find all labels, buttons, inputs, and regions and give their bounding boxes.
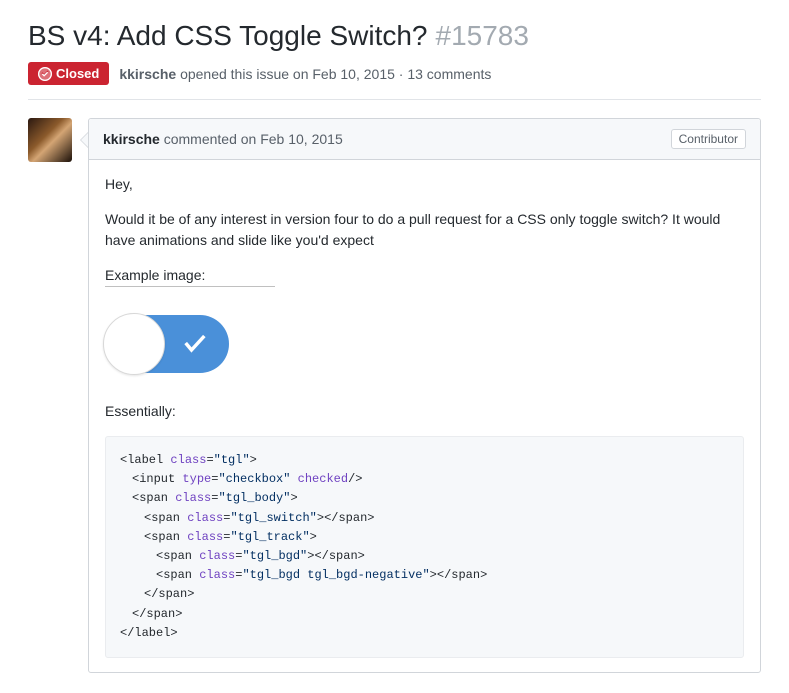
code-token: <span <box>144 530 180 544</box>
code-token: class <box>187 530 223 544</box>
code-token: /> <box>348 472 362 486</box>
check-icon <box>181 329 209 360</box>
comment-header: kkirsche commented on Feb 10, 2015 Contr… <box>89 119 760 160</box>
comment-container: kkirsche commented on Feb 10, 2015 Contr… <box>88 118 761 673</box>
comment-greeting: Hey, <box>105 174 744 195</box>
timeline: kkirsche commented on Feb 10, 2015 Contr… <box>28 118 761 673</box>
code-token: class <box>170 453 206 467</box>
comment-header-text: kkirsche commented on Feb 10, 2015 <box>103 131 343 147</box>
code-token: class <box>175 491 211 505</box>
status-badge-label: Closed <box>56 66 99 81</box>
code-token: </span> <box>314 549 364 563</box>
code-token: "tgl_bgd tgl_bgd-negative" <box>242 568 429 582</box>
comment-box: kkirsche commented on Feb 10, 2015 Contr… <box>88 118 761 673</box>
code-token: class <box>187 511 223 525</box>
issue-title: BS v4: Add CSS Toggle Switch? <box>28 20 428 52</box>
code-token: </label> <box>120 626 178 640</box>
toggle-knob <box>103 313 165 375</box>
code-token: </span> <box>144 587 194 601</box>
comment-body: Hey, Would it be of any interest in vers… <box>89 160 760 672</box>
toggle-switch-demo <box>105 315 229 373</box>
code-token: <label <box>120 453 163 467</box>
code-token: > <box>250 453 257 467</box>
code-token: "tgl_body" <box>218 491 290 505</box>
avatar[interactable] <box>28 118 72 162</box>
code-token: <span <box>132 491 168 505</box>
comment-author-link[interactable]: kkirsche <box>103 131 160 147</box>
code-token: "tgl_switch" <box>230 511 316 525</box>
issue-title-row: BS v4: Add CSS Toggle Switch? #15783 <box>28 20 761 52</box>
issue-opened-text: opened this issue on Feb 10, 2015 · 13 c… <box>180 66 491 82</box>
issue-author-link[interactable]: kkirsche <box>119 66 176 82</box>
code-token: "checkbox" <box>218 472 290 486</box>
comment-arrow <box>80 132 88 148</box>
essentially-label: Essentially: <box>105 401 744 422</box>
issue-header: BS v4: Add CSS Toggle Switch? #15783 Clo… <box>28 20 761 100</box>
example-label-text: Example image: <box>105 265 275 287</box>
code-token: </span> <box>132 607 182 621</box>
code-token: </span> <box>324 511 374 525</box>
status-badge-closed: Closed <box>28 62 109 85</box>
code-token: type <box>182 472 211 486</box>
code-token: > <box>430 568 437 582</box>
example-image-label: Example image: <box>105 265 744 301</box>
contributor-badge: Contributor <box>671 129 746 149</box>
code-token: "tgl_track" <box>230 530 309 544</box>
comment-body-text: Would it be of any interest in version f… <box>105 209 744 251</box>
avatar-column <box>28 118 72 673</box>
code-token: <span <box>156 568 192 582</box>
code-token: > <box>290 491 297 505</box>
code-token: "tgl" <box>214 453 250 467</box>
code-token: <input <box>132 472 175 486</box>
issue-closed-icon <box>38 67 52 81</box>
code-token: class <box>199 549 235 563</box>
code-block: <label class="tgl"> <input type="checkbo… <box>105 436 744 658</box>
code-token: <span <box>156 549 192 563</box>
issue-meta-row: Closed kkirsche opened this issue on Feb… <box>28 62 761 100</box>
code-token: class <box>199 568 235 582</box>
issue-number: #15783 <box>436 20 529 52</box>
comment-action-text: commented on Feb 10, 2015 <box>164 131 343 147</box>
code-token: > <box>317 511 324 525</box>
issue-meta-text: kkirsche opened this issue on Feb 10, 20… <box>119 66 491 82</box>
code-token: <span <box>144 511 180 525</box>
code-token: "tgl_bgd" <box>242 549 307 563</box>
code-token: checked <box>298 472 348 486</box>
code-token: > <box>310 530 317 544</box>
code-token: </span> <box>437 568 487 582</box>
